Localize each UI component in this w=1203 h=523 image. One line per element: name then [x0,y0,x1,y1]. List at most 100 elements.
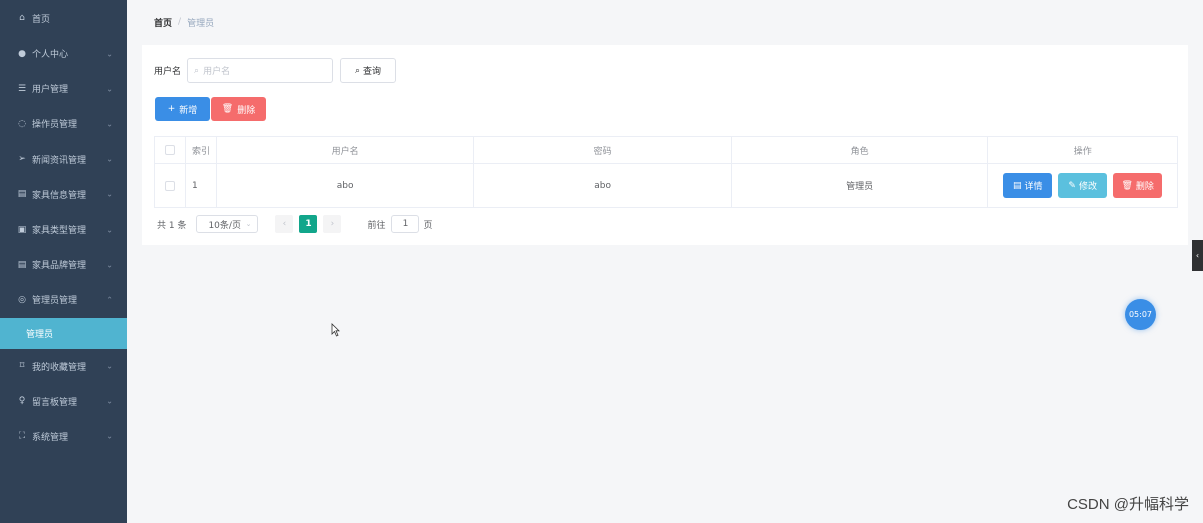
plus-icon: + [167,104,176,114]
detail-button-label: 详情 [1024,182,1043,192]
prev-page-button[interactable]: ‹ [275,215,294,233]
chevron-down-icon: ⌄ [106,431,113,441]
pagination-total: 共 1 条 [157,220,187,231]
sidebar-item-home[interactable]: ⌂ 首页 [0,0,127,36]
row-index: 1 [186,164,217,207]
mouse-cursor-icon [331,323,340,337]
action-bar: + 新增 🗑 删除 [155,97,266,121]
chevron-left-icon: ‹ [1195,251,1200,260]
header-index: 索引 [186,137,217,163]
row-delete-button[interactable]: 🗑 删除 [1113,173,1163,198]
chevron-down-icon: ⌄ [106,260,113,270]
row-checkbox[interactable] [164,180,175,191]
admin-table: 索引 用户名 密码 角色 操作 1 abo abo 管理员 ▤ 详情 ✎ 修改 … [154,136,1178,208]
detail-button[interactable]: ▤ 详情 [1003,173,1053,198]
header-ops: 操作 [1073,146,1092,157]
page-size-value: 10条/页 [208,220,241,231]
sidebar-item-personal-center[interactable]: ● 个人中心 ⌄ [0,36,127,71]
goto-input[interactable]: 1 [391,215,420,233]
sidebar-item-furniture-info[interactable]: ▤ 家具信息管理 ⌄ [0,177,127,212]
edit-button-label: 修改 [1078,182,1097,192]
select-all-checkbox[interactable] [164,145,175,155]
sidebar-item-admin-management[interactable]: ◎ 管理员管理 ⌃ [0,282,127,317]
chevron-down-icon: ⌄ [106,361,113,371]
bulk-delete-button[interactable]: 🗑 删除 [211,97,266,121]
list-card: 用户名 ⌕ 用户名 ⌕ 查询 + 新增 🗑 删除 索引 用户名 密码 角色 操作… [142,45,1188,245]
row-delete-button-label: 删除 [1135,182,1154,192]
sidebar-item-label: 我的收藏管理 [32,362,87,373]
page-size-select[interactable]: 10条/页 ⌄ [196,215,259,233]
send-icon: ➢ [18,154,26,165]
search-input[interactable]: ⌕ 用户名 [187,58,334,83]
breadcrumb: 首页 / 管理员 [127,0,1203,44]
delete-button-label: 删除 [237,105,256,116]
sidebar-item-label: 新闻资讯管理 [32,155,87,166]
header-checkbox-cell [155,137,186,163]
search-icon: ⌕ [194,65,200,76]
add-button-label: 新增 [179,105,198,116]
sidebar-item-user-management[interactable]: ☰ 用户管理 ⌄ [0,71,127,106]
pagination-goto: 前往 1 页 [367,215,432,233]
sidebar-item-furniture-brand[interactable]: ▤ 家具品牌管理 ⌄ [0,247,127,282]
page-number-current[interactable]: 1 [299,215,318,233]
search-icon: ⌕ [354,65,361,76]
table-header-row: 索引 用户名 密码 角色 操作 [155,137,1177,164]
chevron-down-icon: ⌄ [106,119,113,129]
sidebar-item-favorites[interactable]: ⌑ 我的收藏管理 ⌄ [0,349,127,384]
table-row: 1 abo abo 管理员 ▤ 详情 ✎ 修改 🗑 删除 [155,164,1177,207]
sidebar-item-system[interactable]: ⛶ 系统管理 ⌄ [0,419,127,454]
sidebar-item-label: 首页 [32,14,51,25]
chevron-up-icon: ⌃ [106,295,113,305]
chevron-down-icon: ⌄ [106,396,113,406]
sidebar-item-label: 系统管理 [32,432,69,443]
sidebar-item-label: 留言板管理 [32,397,78,408]
category-icon: ▣ [17,224,27,235]
chevron-right-icon: › [330,219,335,229]
add-button[interactable]: + 新增 [155,97,210,121]
brand-icon: ▤ [17,259,27,270]
admin-submenu: 管理员 [0,317,127,349]
breadcrumb-home[interactable]: 首页 [154,16,172,29]
sidebar: ⌂ 首页 ● 个人中心 ⌄ ☰ 用户管理 ⌄ ◌ 操作员管理 ⌄ ➢ 新闻资讯管… [0,0,127,523]
sidebar-subitem-admin[interactable]: 管理员 [0,317,127,349]
breadcrumb-current: 管理员 [187,18,215,29]
row-username: abo [217,164,475,207]
document-icon: ▤ [17,189,27,200]
sidebar-item-message-board[interactable]: ♀ 留言板管理 ⌄ [0,384,127,419]
sidebar-item-operator-management[interactable]: ◌ 操作员管理 ⌄ [0,106,127,141]
chevron-down-icon: ⌄ [106,154,113,164]
user-icon: ● [18,48,26,59]
row-password: abo [474,164,732,207]
main-content: 首页 / 管理员 用户名 ⌕ 用户名 ⌕ 查询 + 新增 🗑 删除 索引 用户名… [127,0,1203,523]
sidebar-item-label: 操作员管理 [32,120,78,131]
watermark: CSDN @升幅科学 [1067,496,1189,513]
timer-badge[interactable]: 05:07 [1125,299,1156,330]
sidebar-item-label: 家具类型管理 [32,226,87,237]
sidebar-item-label: 管理员管理 [32,296,78,307]
chevron-down-icon: ⌄ [106,189,113,199]
pagination: 共 1 条 10条/页 ⌄ ‹ 1 › 前往 1 页 [157,215,432,233]
sidebar-item-label: 用户管理 [32,85,69,96]
system-icon: ⛶ [18,431,26,442]
query-button[interactable]: ⌕ 查询 [340,58,397,83]
sidebar-item-furniture-type[interactable]: ▣ 家具类型管理 ⌄ [0,212,127,247]
row-checkbox-cell [155,164,186,207]
next-page-button[interactable]: › [323,215,342,233]
search-bar: 用户名 ⌕ 用户名 ⌕ 查询 [154,58,397,83]
search-label: 用户名 [154,67,182,77]
header-role: 角色 [732,137,989,163]
header-password: 密码 [474,137,732,163]
sidebar-item-news-management[interactable]: ➢ 新闻资讯管理 ⌄ [0,142,127,177]
edit-icon: ✎ [1068,180,1076,191]
home-icon: ⌂ [19,13,25,23]
bookmark-icon: ⌑ [19,361,25,372]
edit-button[interactable]: ✎ 修改 [1058,173,1108,198]
goto-suffix: 页 [423,220,433,231]
chevron-down-icon: ⌄ [106,49,113,59]
header-username: 用户名 [217,137,475,163]
sidebar-subitem-label: 管理员 [26,329,54,340]
chevron-down-icon: ⌄ [245,220,252,228]
collapse-panel-tab[interactable]: ‹ [1192,240,1203,271]
operator-icon: ◌ [18,118,26,129]
chevron-down-icon: ⌄ [106,225,113,235]
